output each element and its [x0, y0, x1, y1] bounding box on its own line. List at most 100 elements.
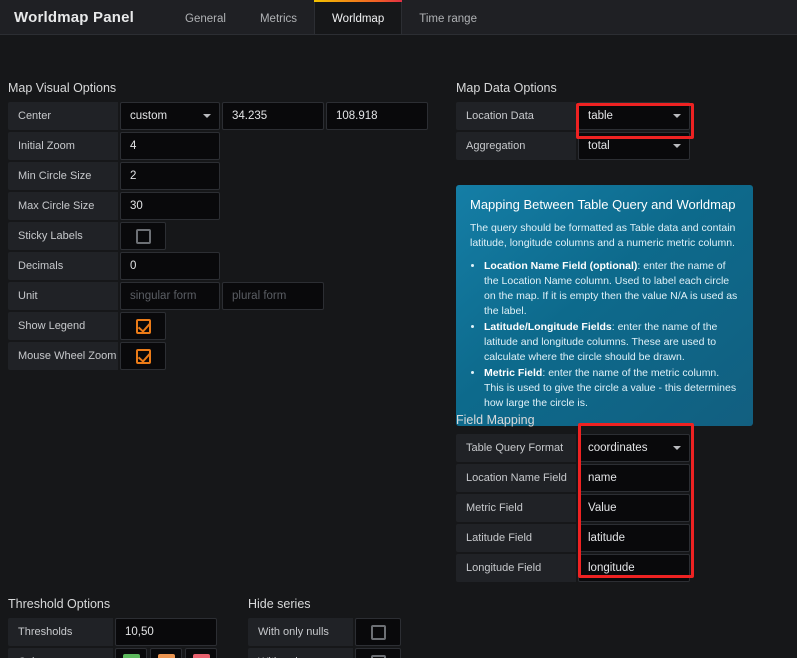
checkbox-unchecked-icon [370, 654, 386, 658]
center-latitude-input[interactable]: 34.235 [222, 102, 324, 130]
mouse-wheel-zoom-label: Mouse Wheel Zoom [8, 342, 118, 370]
with-only-nulls-label: With only nulls [248, 618, 353, 646]
aggregation-select[interactable]: total [578, 132, 690, 160]
field-mapping-title: Field Mapping [456, 413, 535, 427]
editor-tab-list: General Metrics Worldmap Time range [168, 0, 494, 34]
map-data-options-title: Map Data Options [456, 81, 557, 95]
row-with-only-zeros: With only zeros [248, 648, 448, 658]
location-data-label: Location Data [456, 102, 576, 130]
panel-editor-navbar: Worldmap Panel General Metrics Worldmap … [0, 0, 797, 35]
tab-metrics-label: Metrics [259, 12, 298, 25]
initial-zoom-label: Initial Zoom [8, 132, 118, 160]
longitude-field-input[interactable]: longitude [578, 554, 690, 582]
info-box-bullet-list: Location Name Field (optional): enter th… [484, 259, 739, 411]
location-data-select[interactable]: table [578, 102, 690, 130]
field-mapping-section: Field Mapping Table Query Format coordin… [456, 413, 716, 584]
chevron-down-icon [673, 144, 681, 148]
thresholds-input[interactable]: 10,50 [115, 618, 217, 646]
thresholds-label: Thresholds [8, 618, 113, 646]
row-decimals: Decimals 0 [8, 252, 448, 280]
unit-plural-input[interactable]: plural form [222, 282, 324, 310]
row-aggregation: Aggregation total [456, 132, 791, 160]
latitude-field-label: Latitude Field [456, 524, 576, 552]
center-longitude-input[interactable]: 108.918 [326, 102, 428, 130]
threshold-options-section: Threshold Options Thresholds 10,50 Color… [8, 597, 238, 658]
aggregation-label: Aggregation [456, 132, 576, 160]
color-swatch-icon [192, 653, 210, 658]
mouse-wheel-zoom-checkbox[interactable] [120, 342, 166, 370]
map-data-options-section: Map Data Options Location Data table Agg… [456, 81, 791, 162]
hide-series-title: Hide series [248, 597, 311, 611]
list-item: Latitude/Longitude Fields: enter the nam… [484, 320, 739, 365]
row-center: Center custom 34.235 108.918 [8, 102, 448, 130]
min-circle-size-label: Min Circle Size [8, 162, 118, 190]
mapping-info-box: Mapping Between Table Query and Worldmap… [456, 185, 753, 426]
list-item: Location Name Field (optional): enter th… [484, 259, 739, 319]
min-circle-size-input[interactable]: 2 [120, 162, 220, 190]
latitude-field-input[interactable]: latitude [578, 524, 690, 552]
unit-label: Unit [8, 282, 118, 310]
initial-zoom-input[interactable]: 4 [120, 132, 220, 160]
with-only-nulls-checkbox[interactable] [355, 618, 401, 646]
tab-worldmap[interactable]: Worldmap [314, 0, 403, 34]
colors-label: Colors [8, 648, 113, 658]
color-swatch-icon [157, 653, 175, 658]
threshold-color-swatches [115, 648, 220, 658]
with-only-zeros-checkbox[interactable] [355, 648, 401, 658]
checkbox-checked-icon [135, 318, 151, 334]
show-legend-checkbox[interactable] [120, 312, 166, 340]
show-legend-label: Show Legend [8, 312, 118, 340]
metric-field-input[interactable]: Value [578, 494, 690, 522]
map-visual-options-title: Map Visual Options [8, 81, 117, 95]
max-circle-size-label: Max Circle Size [8, 192, 118, 220]
row-location-name-field: Location Name Field name [456, 464, 716, 492]
with-only-zeros-label: With only zeros [248, 648, 353, 658]
center-mode-select[interactable]: custom [120, 102, 220, 130]
row-metric-field: Metric Field Value [456, 494, 716, 522]
threshold-color-swatch-3[interactable] [185, 648, 217, 658]
row-unit: Unit singular form plural form [8, 282, 448, 310]
table-query-format-label: Table Query Format [456, 434, 576, 462]
row-show-legend: Show Legend [8, 312, 448, 340]
chevron-down-icon [203, 114, 211, 118]
row-max-circle-size: Max Circle Size 30 [8, 192, 448, 220]
metric-field-label: Metric Field [456, 494, 576, 522]
sticky-labels-checkbox[interactable] [120, 222, 166, 250]
threshold-options-title: Threshold Options [8, 597, 111, 611]
tab-time-range[interactable]: Time range [402, 12, 494, 35]
hide-series-section: Hide series With only nulls With only ze… [248, 597, 448, 658]
location-name-field-input[interactable]: name [578, 464, 690, 492]
tab-time-range-label: Time range [419, 12, 477, 25]
row-with-only-nulls: With only nulls [248, 618, 448, 646]
color-swatch-icon [122, 653, 140, 658]
row-min-circle-size: Min Circle Size 2 [8, 162, 448, 190]
checkbox-checked-icon [135, 348, 151, 364]
center-mode-value: custom [130, 110, 168, 122]
decimals-input[interactable]: 0 [120, 252, 220, 280]
aggregation-value: total [588, 140, 610, 152]
max-circle-size-input[interactable]: 30 [120, 192, 220, 220]
table-query-format-value: coordinates [588, 442, 648, 454]
unit-singular-input[interactable]: singular form [120, 282, 220, 310]
checkbox-unchecked-icon [370, 624, 386, 640]
list-item: Metric Field: enter the name of the metr… [484, 366, 739, 411]
threshold-color-swatch-1[interactable] [115, 648, 147, 658]
info-box-paragraph: The query should be formatted as Table d… [470, 222, 736, 249]
tab-general[interactable]: General [168, 13, 243, 35]
longitude-field-label: Longitude Field [456, 554, 576, 582]
threshold-color-swatch-2[interactable] [150, 648, 182, 658]
bullet-term: Location Name Field (optional) [484, 260, 638, 272]
location-name-field-label: Location Name Field [456, 464, 576, 492]
chevron-down-icon [673, 446, 681, 450]
decimals-label: Decimals [8, 252, 118, 280]
bullet-term: Metric Field [484, 367, 543, 379]
sticky-labels-label: Sticky Labels [8, 222, 118, 250]
row-mouse-wheel-zoom: Mouse Wheel Zoom [8, 342, 448, 370]
row-sticky-labels: Sticky Labels [8, 222, 448, 250]
table-query-format-select[interactable]: coordinates [578, 434, 690, 462]
tab-metrics[interactable]: Metrics [243, 12, 314, 35]
page-title: Worldmap Panel [14, 9, 135, 26]
map-visual-options-section: Map Visual Options Center custom 34.235 … [8, 81, 448, 372]
bullet-term: Latitude/Longitude Fields [484, 321, 612, 333]
row-colors: Colors [8, 648, 238, 658]
